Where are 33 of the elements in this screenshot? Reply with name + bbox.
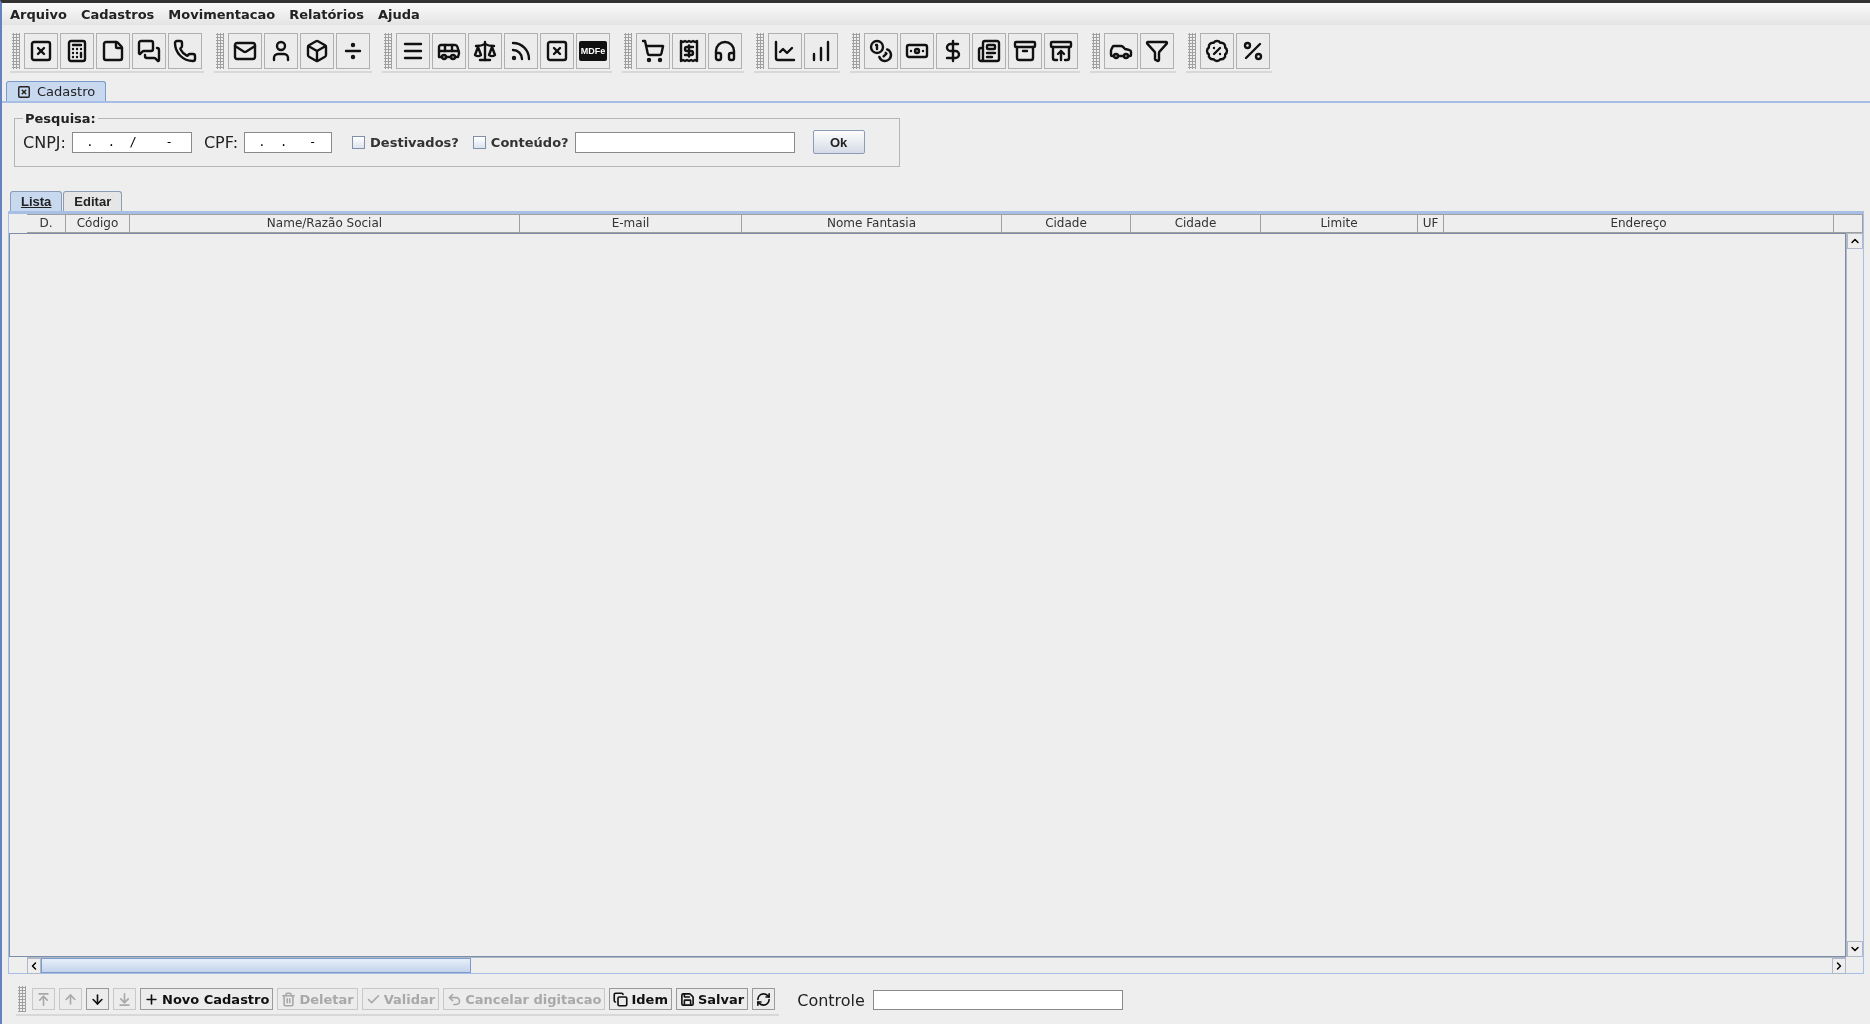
menu-item[interactable]: Relatórios [289,6,364,22]
checkbox-label: Conteúdo? [490,134,569,150]
duplicate-button[interactable]: Idem [609,988,672,1010]
column-header[interactable]: Endereço [1444,214,1834,233]
menu-item[interactable]: Ajuda [377,6,420,22]
tab[interactable]: Editar [63,191,123,211]
column-header[interactable]: Código [66,214,130,233]
document-tab-title: Cadastro [37,84,96,99]
menu-item[interactable]: Movimentacao [168,6,276,22]
save-button[interactable]: Salvar [675,988,749,1010]
column-header[interactable]: Name/Razão Social [130,214,520,233]
checkbox-label: Destivados? [370,134,459,150]
column-header[interactable]: Limite [1261,214,1418,233]
menu-item[interactable]: Cadastros [80,6,155,22]
cnpj-label: CNPJ: [23,132,66,152]
tab[interactable]: Lista [10,191,63,211]
column-header[interactable]: E-mail [520,214,742,233]
toolbar-button[interactable]: MDFe [576,33,610,69]
column-header[interactable]: Cidade [1002,214,1131,233]
document-tab[interactable]: Cadastro [6,81,107,101]
column-header[interactable]: Nome Fantasia [742,214,1002,233]
column-header[interactable]: D. [27,214,66,233]
cpf-label: CPF: [203,132,239,152]
cpf-field[interactable]: . . - [244,131,333,153]
column-header[interactable]: Cidade [1131,214,1261,233]
control-label: Controle [797,990,865,1010]
search-panel-title: Pesquisa: [24,111,97,126]
column-header[interactable]: UF [1418,214,1444,233]
ok-button[interactable]: Ok [812,130,865,154]
new-button[interactable]: Novo Cadastro [140,988,274,1010]
mdfe-label: MDFe [578,41,608,61]
cnpj-field[interactable]: . . / - [71,131,192,153]
menu-item[interactable]: Arquivo [10,6,67,22]
